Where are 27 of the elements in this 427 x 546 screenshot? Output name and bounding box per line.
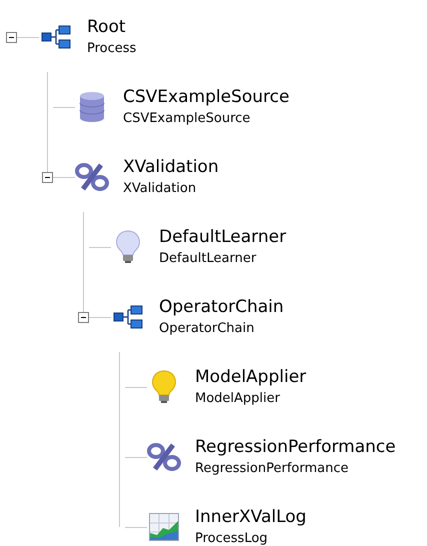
node-type: CSVExampleSource — [123, 111, 252, 128]
node-name: CSVExampleSource — [123, 86, 290, 108]
node-name: RegressionPerformance — [195, 436, 396, 458]
line-chart-icon — [149, 513, 179, 541]
operator-chain-icon — [113, 305, 143, 329]
node-name: DefaultLearner — [159, 226, 286, 248]
node-type: RegressionPerformance — [195, 461, 350, 478]
node-name: ModelApplier — [195, 366, 306, 388]
percent-icon — [75, 163, 109, 191]
operator-chain-icon — [41, 25, 71, 49]
node-name: OperatorChain — [159, 296, 284, 318]
node-type: OperatorChain — [159, 321, 256, 338]
collapse-toggle[interactable] — [78, 312, 88, 322]
database-icon — [79, 91, 105, 123]
collapse-toggle[interactable] — [6, 32, 16, 42]
node-name: InnerXValLog — [195, 506, 306, 528]
percent-icon — [147, 443, 181, 471]
node-type: DefaultLearner — [159, 251, 258, 268]
node-type: XValidation — [123, 181, 198, 198]
collapse-toggle[interactable] — [42, 172, 52, 182]
node-name: Root — [87, 16, 127, 38]
node-type: Process — [87, 41, 136, 58]
node-type: ProcessLog — [195, 531, 269, 546]
node-name: XValidation — [123, 156, 219, 178]
lightbulb-icon — [116, 230, 140, 264]
node-type: ModelApplier — [195, 391, 281, 408]
lightbulb-icon — [152, 370, 176, 404]
